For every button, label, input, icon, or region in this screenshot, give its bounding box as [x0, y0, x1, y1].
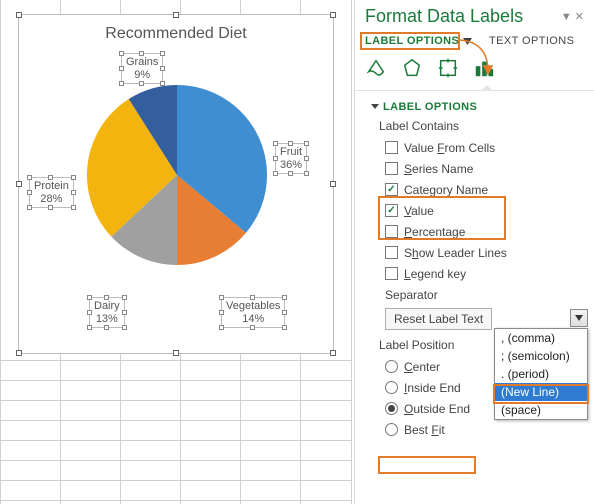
- reset-label-text-button[interactable]: Reset Label Text: [385, 308, 492, 330]
- tab-text-options[interactable]: TEXT OPTIONS: [487, 33, 576, 49]
- label-cat: Grains: [126, 56, 158, 68]
- worksheet-area: Recommended Diet Fruit 36% Vegetables 14…: [0, 0, 352, 504]
- checkbox-category-name[interactable]: Category Name: [355, 179, 594, 200]
- separator-option-comma[interactable]: , (comma): [495, 329, 587, 347]
- separator-option-semicolon[interactable]: ; (semicolon): [495, 347, 587, 365]
- annotation-arrow: [458, 38, 498, 78]
- panel-title: Format Data Labels: [365, 6, 561, 27]
- separator-option-period[interactable]: . (period): [495, 365, 587, 383]
- data-label-protein[interactable]: Protein 28%: [29, 177, 74, 208]
- data-label-vegetables[interactable]: Vegetables 14%: [221, 297, 285, 328]
- size-properties-icon[interactable]: [437, 57, 459, 82]
- separator-option-space[interactable]: (space): [495, 401, 587, 419]
- separator-dropdown[interactable]: , (comma) ; (semicolon) . (period) (New …: [494, 328, 588, 420]
- data-label-dairy[interactable]: Dairy 13%: [89, 297, 125, 328]
- data-label-grains[interactable]: Grains 9%: [121, 53, 163, 84]
- pie-chart[interactable]: Recommended Diet Fruit 36% Vegetables 14…: [18, 14, 334, 354]
- label-cat: Protein: [34, 180, 69, 192]
- label-cat: Fruit: [280, 146, 302, 158]
- separator-dropdown-button[interactable]: [570, 309, 588, 327]
- checkbox-show-leader-lines[interactable]: Show Leader Lines: [355, 242, 594, 263]
- label-contains-heading: Label Contains: [355, 117, 594, 137]
- checkbox-legend-key[interactable]: Legend key: [355, 263, 594, 284]
- effects-icon[interactable]: [401, 57, 423, 82]
- label-options-section[interactable]: LABEL OPTIONS: [355, 95, 594, 117]
- separator-option-newline[interactable]: (New Line): [495, 383, 587, 401]
- separator-label: Separator: [355, 284, 594, 304]
- radio-best-fit[interactable]: Best Fit: [355, 419, 594, 440]
- label-cat: Dairy: [94, 300, 120, 312]
- label-val: 14%: [242, 313, 264, 325]
- checkbox-value-from-cells[interactable]: Value From Cells: [355, 137, 594, 158]
- label-val: 36%: [280, 159, 302, 171]
- label-val: 13%: [96, 313, 118, 325]
- checkbox-percentage[interactable]: Percentage: [355, 221, 594, 242]
- data-label-fruit[interactable]: Fruit 36%: [275, 143, 307, 174]
- label-val: 28%: [40, 193, 62, 205]
- checkbox-value[interactable]: Value: [355, 200, 594, 221]
- checkbox-series-name[interactable]: Series Name: [355, 158, 594, 179]
- label-val: 9%: [134, 69, 150, 81]
- label-cat: Vegetables: [226, 300, 280, 312]
- chart-title[interactable]: Recommended Diet: [19, 25, 333, 43]
- panel-close-icon[interactable]: ▼ ✕: [561, 10, 584, 23]
- fill-line-icon[interactable]: [365, 57, 387, 82]
- pie-plot: [87, 85, 267, 265]
